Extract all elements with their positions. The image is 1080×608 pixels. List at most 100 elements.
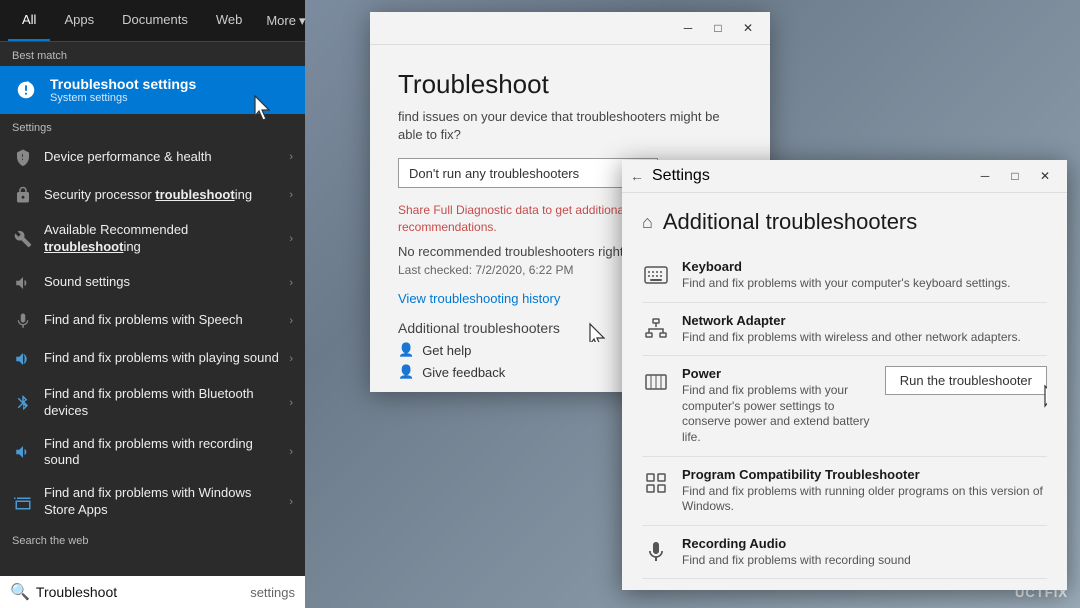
tab-all[interactable]: All bbox=[8, 0, 50, 41]
troubleshooter-dropdown[interactable]: Don't run any troubleshooters ▾ bbox=[398, 158, 658, 188]
ts-item-recording-audio: Recording Audio Find and fix problems wi… bbox=[642, 526, 1047, 580]
ts-item-keyboard: Keyboard Find and fix problems with your… bbox=[642, 249, 1047, 303]
network-icon bbox=[642, 315, 670, 343]
chevron-right-icon2: › bbox=[289, 189, 293, 201]
chevron-right-icon6: › bbox=[289, 353, 293, 365]
tab-web[interactable]: Web bbox=[202, 0, 257, 41]
search-indexing-title: Search and Indexing bbox=[682, 589, 1047, 590]
menu-item-security-label: Security processor troubleshooting bbox=[44, 187, 279, 204]
menu-item-bluetooth-label: Find and fix problems with Bluetooth dev… bbox=[44, 386, 279, 420]
keyboard-desc: Find and fix problems with your computer… bbox=[682, 276, 1047, 292]
menu-item-available-rec[interactable]: Available Recommended troubleshooting › bbox=[0, 214, 305, 264]
get-help-label: Get help bbox=[422, 343, 471, 358]
titlebar-buttons: ─ □ ✕ bbox=[971, 166, 1059, 186]
dropdown-value: Don't run any troubleshooters bbox=[409, 166, 579, 181]
minimize-button[interactable]: ─ bbox=[674, 18, 702, 38]
cursor-start bbox=[253, 94, 275, 127]
recording-audio-title: Recording Audio bbox=[682, 536, 1047, 551]
additional-content: ⌂ Additional troubleshooters Keyboard Fi… bbox=[622, 193, 1067, 590]
ts-item-program-compat: Program Compatibility Troubleshooter Fin… bbox=[642, 457, 1047, 526]
mic-icon bbox=[12, 310, 34, 332]
speaker3-icon bbox=[12, 441, 34, 463]
tab-more[interactable]: More ▾ bbox=[256, 0, 315, 41]
chevron-right-icon9: › bbox=[289, 496, 293, 508]
ts-item-power-body: Power Find and fix problems with your co… bbox=[682, 366, 873, 445]
troubleshoot-subtitle: find issues on your device that troubles… bbox=[398, 108, 742, 144]
ts-item-search-body: Search and Indexing bbox=[682, 589, 1047, 590]
add-close-button[interactable]: ✕ bbox=[1031, 166, 1059, 186]
menu-item-playing-sound-label: Find and fix problems with playing sound bbox=[44, 350, 279, 367]
power-desc: Find and fix problems with your computer… bbox=[682, 383, 873, 445]
search-icon: 🔍 bbox=[10, 582, 30, 602]
maximize-button[interactable]: □ bbox=[704, 18, 732, 38]
menu-item-playing-sound[interactable]: Find and fix problems with playing sound… bbox=[0, 340, 305, 378]
tab-apps[interactable]: Apps bbox=[50, 0, 108, 41]
lock-icon bbox=[12, 184, 34, 206]
chevron-right-icon4: › bbox=[289, 277, 293, 289]
chevron-right-icon: › bbox=[289, 151, 293, 163]
ts-item-program-body: Program Compatibility Troubleshooter Fin… bbox=[682, 467, 1047, 515]
troubleshoot-icon bbox=[12, 76, 40, 104]
search-input[interactable] bbox=[36, 584, 244, 600]
additional-titlebar: ← Settings ─ □ ✕ bbox=[622, 160, 1067, 193]
program-compat-desc: Find and fix problems with running older… bbox=[682, 484, 1047, 515]
run-button-wrap: Run the troubleshooter bbox=[885, 366, 1047, 395]
window-title: Settings bbox=[652, 167, 710, 185]
additional-troubleshooters-text: Additional troubleshooters bbox=[398, 320, 560, 336]
menu-item-device-perf-label: Device performance & health bbox=[44, 149, 279, 166]
troubleshoot-titlebar: ─ □ ✕ bbox=[370, 12, 770, 45]
troubleshoot-title: Troubleshoot bbox=[398, 69, 742, 100]
keyboard-icon bbox=[642, 261, 670, 289]
program-compat-icon bbox=[642, 469, 670, 497]
add-maximize-button[interactable]: □ bbox=[1001, 166, 1029, 186]
chevron-right-icon5: › bbox=[289, 315, 293, 327]
menu-item-device-perf[interactable]: Device performance & health › bbox=[0, 138, 305, 176]
menu-item-bluetooth[interactable]: Find and fix problems with Bluetooth dev… bbox=[0, 378, 305, 428]
menu-item-security-proc[interactable]: Security processor troubleshooting › bbox=[0, 176, 305, 214]
menu-item-recording-label: Find and fix problems with recording sou… bbox=[44, 436, 279, 470]
chevron-right-icon8: › bbox=[289, 446, 293, 458]
search-placeholder-text: settings bbox=[250, 585, 295, 600]
menu-item-store-apps-label: Find and fix problems with Windows Store… bbox=[44, 485, 279, 519]
network-desc: Find and fix problems with wireless and … bbox=[682, 330, 1047, 346]
run-troubleshooter-button[interactable]: Run the troubleshooter bbox=[885, 366, 1047, 395]
search-web-label: Search the web bbox=[0, 527, 305, 551]
wrench-icon bbox=[12, 228, 34, 250]
add-minimize-button[interactable]: ─ bbox=[971, 166, 999, 186]
store-icon bbox=[12, 491, 34, 513]
best-match-text: Troubleshoot settings System settings bbox=[50, 76, 196, 104]
mic2-icon bbox=[642, 538, 670, 566]
menu-item-sound-label: Sound settings bbox=[44, 274, 279, 291]
menu-item-speech-label: Find and fix problems with Speech bbox=[44, 312, 279, 329]
best-match-title: Troubleshoot settings bbox=[50, 76, 196, 92]
chevron-down-icon: ▾ bbox=[299, 13, 306, 29]
menu-item-available-label: Available Recommended troubleshooting bbox=[44, 222, 279, 256]
cursor-additional bbox=[588, 322, 610, 342]
close-button[interactable]: ✕ bbox=[734, 18, 762, 38]
chevron-right-icon7: › bbox=[289, 397, 293, 409]
keyboard-title: Keyboard bbox=[682, 259, 1047, 274]
tab-documents[interactable]: Documents bbox=[108, 0, 202, 41]
search-bar[interactable]: 🔍 settings bbox=[0, 576, 305, 608]
give-feedback-icon: 👤 bbox=[398, 364, 414, 380]
back-icon[interactable]: ← bbox=[630, 168, 644, 184]
power-title: Power bbox=[682, 366, 873, 381]
troubleshooter-list: Keyboard Find and fix problems with your… bbox=[642, 249, 1047, 590]
menu-item-sound[interactable]: Sound settings › bbox=[0, 264, 305, 302]
menu-item-speech[interactable]: Find and fix problems with Speech › bbox=[0, 302, 305, 340]
menu-item-recording[interactable]: Find and fix problems with recording sou… bbox=[0, 428, 305, 478]
titlebar-left: ← Settings bbox=[630, 167, 971, 185]
program-compat-title: Program Compatibility Troubleshooter bbox=[682, 467, 1047, 482]
cursor-run-btn bbox=[1043, 384, 1047, 417]
ts-item-recording-body: Recording Audio Find and fix problems wi… bbox=[682, 536, 1047, 569]
network-title: Network Adapter bbox=[682, 313, 1047, 328]
additional-title-text: Additional troubleshooters bbox=[663, 209, 917, 235]
speaker-icon bbox=[12, 272, 34, 294]
recording-audio-desc: Find and fix problems with recording sou… bbox=[682, 553, 1047, 569]
chevron-right-icon3: › bbox=[289, 233, 293, 245]
bluetooth-icon bbox=[12, 392, 34, 414]
best-match-item[interactable]: Troubleshoot settings System settings bbox=[0, 66, 305, 114]
menu-item-store-apps[interactable]: Find and fix problems with Windows Store… bbox=[0, 477, 305, 527]
power-icon bbox=[642, 368, 670, 396]
additional-troubleshooters-window: ← Settings ─ □ ✕ ⌂ Additional troublesho… bbox=[622, 160, 1067, 590]
